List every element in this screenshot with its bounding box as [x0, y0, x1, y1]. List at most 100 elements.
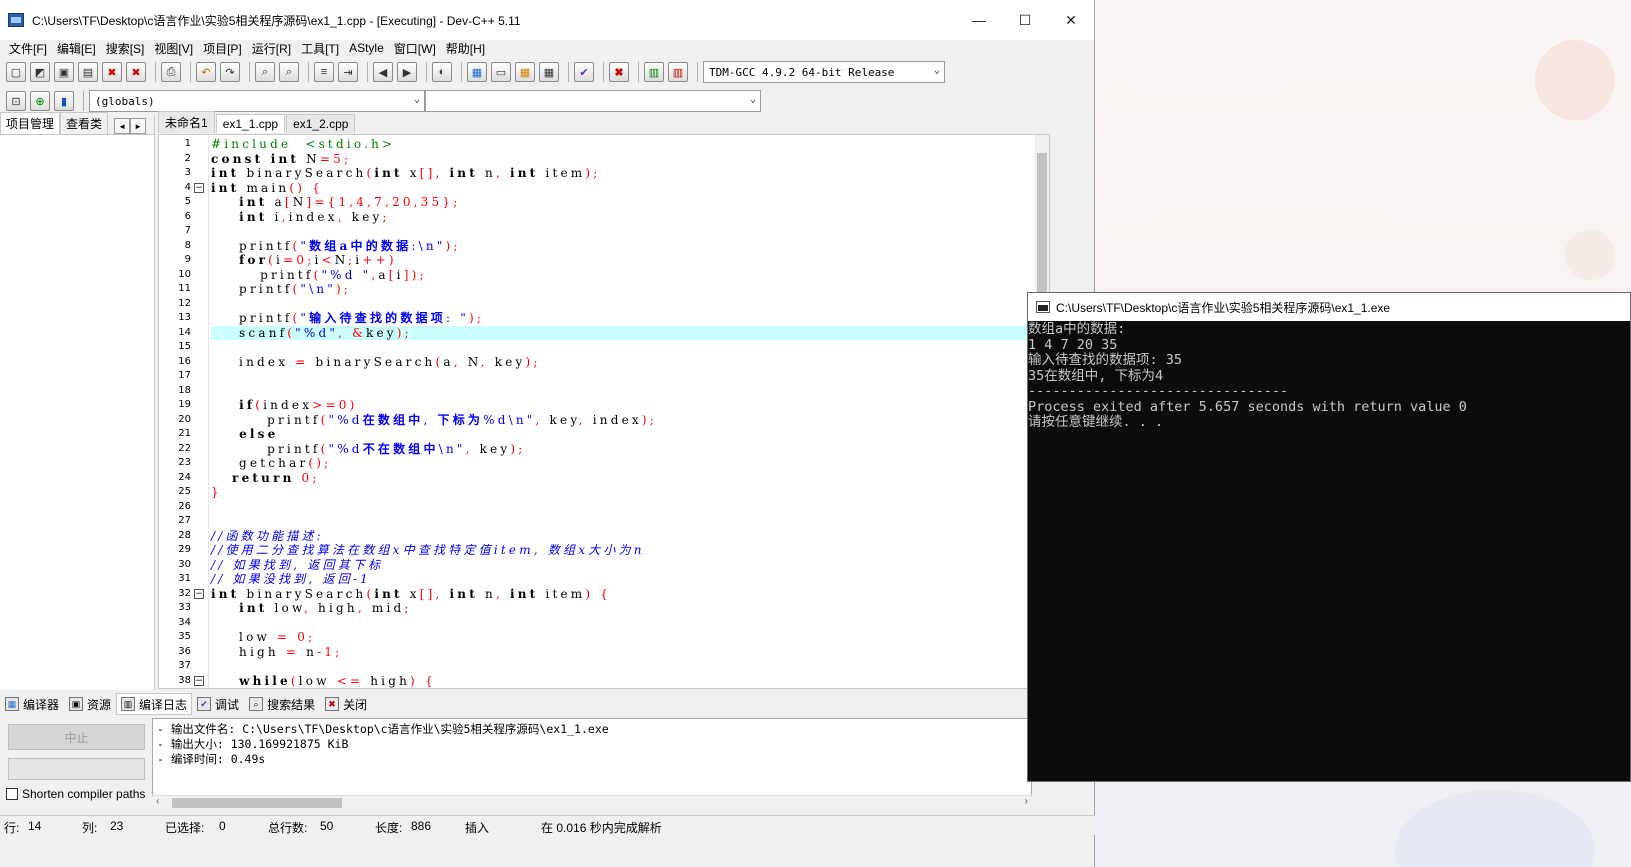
open-file-icon[interactable]: ◩ — [30, 62, 50, 82]
code-line[interactable]: 14 scanf("%d", &key); — [178, 325, 1035, 340]
delete-profile-icon[interactable]: ▥ — [668, 62, 688, 82]
menu-view[interactable]: 视图[V] — [149, 40, 198, 57]
tab-resources[interactable]: ▣ 资源 — [64, 693, 116, 715]
shorten-paths-option[interactable]: Shorten compiler paths — [6, 787, 145, 801]
code-line[interactable]: 20 printf("%d在数组中, 下标为%d\n", key, index)… — [178, 413, 1035, 428]
project-options-icon[interactable]: ▮ — [54, 91, 74, 111]
compile-icon[interactable]: ▦ — [467, 62, 487, 82]
code-line[interactable]: 16 index = binarySearch(a, N, key); — [178, 355, 1035, 370]
code-line[interactable]: 25} — [178, 485, 1035, 500]
code-line[interactable]: 3 int binarySearch(int x[], int n, int it… — [185, 166, 1035, 181]
code-line[interactable]: 17 — [178, 369, 1035, 384]
menu-window[interactable]: 窗口[W] — [389, 40, 441, 57]
code-line[interactable]: 26 — [178, 500, 1035, 515]
tab-close-panel[interactable]: ✖ 关闭 — [320, 693, 372, 715]
menu-astyle[interactable]: AStyle — [344, 41, 389, 55]
menu-run[interactable]: 运行[R] — [247, 40, 296, 57]
code-line[interactable]: 29 //使用二分查找算法在数组x中查找特定值item, 数组x大小为n — [178, 543, 1035, 558]
code-line[interactable]: 5 int a[N]={1,4,7,20,35}; — [185, 195, 1035, 210]
tab-next-icon[interactable]: ► — [130, 118, 147, 134]
code-line[interactable]: 27 — [178, 514, 1035, 529]
indent-icon[interactable]: ▶ — [397, 62, 417, 82]
fold-toggle-icon[interactable]: − — [194, 182, 204, 193]
new-file-icon[interactable]: ▢ — [6, 62, 26, 82]
code-editor[interactable]: 1 #include <stdio.h> 2 const int N=5; 3 int b… — [158, 134, 1050, 689]
fold-toggle-icon[interactable]: − — [194, 675, 204, 686]
scrollbar-thumb[interactable] — [172, 798, 342, 808]
code-line[interactable]: 1 #include <stdio.h> — [185, 137, 1035, 152]
scroll-right-icon[interactable]: › — [1025, 796, 1028, 807]
code-line[interactable]: 13 printf("输入待查找的数据项: "); — [178, 311, 1035, 326]
tab-search-results[interactable]: ⌕ 搜索结果 — [244, 693, 320, 715]
menu-project[interactable]: 项目[P] — [198, 40, 247, 57]
code-line[interactable]: 30 // 如果找到, 返回其下标 — [178, 558, 1035, 573]
code-line[interactable]: 28 //函数功能描述: — [178, 529, 1035, 544]
compiler-select[interactable]: TDM-GCC 4.9.2 64-bit Release ⌄ — [703, 61, 945, 83]
replace-icon[interactable]: ⌕ — [279, 62, 299, 82]
code-line[interactable]: 10 printf("%d ",a[i]); — [178, 268, 1035, 283]
code-line[interactable]: 15 — [178, 340, 1035, 355]
compile-run-icon[interactable]: ▦ — [515, 62, 535, 82]
code-line[interactable]: 2 const int N=5; — [185, 152, 1035, 167]
editor-tab-ex1-2[interactable]: ex1_2.cpp — [286, 114, 356, 133]
menu-help[interactable]: 帮助[H] — [441, 40, 490, 57]
menu-file[interactable]: 文件[F] — [4, 40, 52, 57]
log-horizontal-scrollbar[interactable]: ‹ › — [152, 795, 1032, 810]
tab-compile-log[interactable]: ▥ 编译日志 — [116, 693, 193, 715]
class-select[interactable]: (globals) ⌄ — [89, 90, 425, 112]
shorten-paths-checkbox[interactable] — [6, 788, 18, 800]
code-line[interactable]: 35 low = 0; — [178, 630, 1035, 645]
code-line[interactable]: 38− while(low <= high) { — [178, 674, 1035, 689]
menu-tools[interactable]: 工具[T] — [296, 40, 344, 57]
code-line[interactable]: 11 printf("\n"); — [178, 282, 1035, 297]
unindent-icon[interactable]: ◀ — [373, 62, 393, 82]
maximize-button[interactable]: ☐ — [1002, 5, 1048, 35]
code-line[interactable]: 8 printf("数组a中的数据:\n"); — [185, 239, 1035, 254]
member-select[interactable]: ⌄ — [425, 90, 761, 112]
profile-icon[interactable]: ▥ — [644, 62, 664, 82]
menu-edit[interactable]: 编辑[E] — [52, 40, 101, 57]
save-all-icon[interactable]: ▤ — [78, 62, 98, 82]
stop-compile-button[interactable]: 中止 — [8, 724, 145, 750]
redo-icon[interactable]: ↷ — [220, 62, 240, 82]
rebuild-all-icon[interactable]: ▦ — [539, 62, 559, 82]
tab-class-browser[interactable]: 查看类 — [60, 112, 109, 134]
stop-execution-icon[interactable]: ✖ — [609, 62, 629, 82]
editor-tab-untitled[interactable]: 未命名1 — [158, 111, 215, 133]
code-line[interactable]: 23 getchar(); — [178, 456, 1035, 471]
code-line[interactable]: 31 // 如果没找到, 返回-1 — [178, 572, 1035, 587]
tab-project-manager[interactable]: 项目管理 — [0, 112, 61, 134]
code-line[interactable]: 32− int binarySearch(int x[], int n, int … — [178, 587, 1035, 602]
code-line[interactable]: 36 high = n-1; — [178, 645, 1035, 660]
code-line[interactable]: 24 return 0; — [178, 471, 1035, 486]
code-line[interactable]: 9 for(i=0;i<N;i++) — [185, 253, 1035, 268]
code-line[interactable]: 33 int low, high, mid; — [178, 601, 1035, 616]
syntax-check-icon[interactable]: ✔ — [574, 62, 594, 82]
code-line[interactable]: 37 — [178, 659, 1035, 674]
tab-prev-icon[interactable]: ◄ — [114, 118, 131, 134]
code-line[interactable]: 22 printf("%d不在数组中\n", key); — [178, 442, 1035, 457]
close-all-icon[interactable]: ✖ — [126, 62, 146, 82]
close-file-icon[interactable]: ✖ — [102, 62, 122, 82]
code-line[interactable]: 21 else — [178, 427, 1035, 442]
code-line[interactable]: 19 if(index>=0) — [178, 398, 1035, 413]
code-line[interactable]: 18 — [178, 384, 1035, 399]
undo-icon[interactable]: ↶ — [196, 62, 216, 82]
print-icon[interactable]: ⎙ — [161, 62, 181, 82]
code-line[interactable]: 7 — [185, 224, 1035, 239]
console-window[interactable]: C:\Users\TF\Desktop\c语言作业\实验5相关程序源码\ex1_… — [1027, 292, 1631, 782]
run-icon[interactable]: ▭ — [491, 62, 511, 82]
tab-debug[interactable]: ✔ 调试 — [192, 693, 244, 715]
code-line[interactable]: 6 int i,index, key; — [185, 210, 1035, 225]
toggle-bookmark-icon[interactable]: ⇥ — [338, 62, 358, 82]
menu-search[interactable]: 搜索[S] — [101, 40, 150, 57]
code-text[interactable]: 1 #include <stdio.h> 2 const int N=5; 3 int b… — [178, 137, 1035, 689]
add-to-project-icon[interactable]: ⊕ — [30, 91, 50, 111]
find-icon[interactable]: ⌕ — [255, 62, 275, 82]
scroll-left-icon[interactable]: ‹ — [156, 796, 159, 807]
code-line[interactable]: 4− int main() { — [185, 181, 1035, 196]
code-line[interactable]: 12 — [178, 297, 1035, 312]
editor-tab-ex1-1[interactable]: ex1_1.cpp — [215, 114, 286, 133]
tab-compiler[interactable]: ▦ 编译器 — [0, 693, 64, 715]
code-line[interactable]: 34 — [178, 616, 1035, 631]
